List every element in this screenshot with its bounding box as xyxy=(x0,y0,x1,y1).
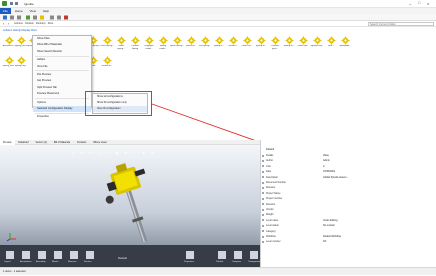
property-value: 0 xyxy=(323,164,325,168)
property-row[interactable]: Project number xyxy=(262,196,434,201)
hide-show-icon[interactable]: ◉ xyxy=(141,150,147,156)
viewport-toolbar: ➶ ✥ ⟳ ▢ ⌕ ◧ ◈ ◐ ◉ ⚙ xyxy=(70,150,190,158)
property-row[interactable]: Author Admin xyxy=(262,158,434,163)
property-icon xyxy=(262,159,264,162)
property-value: Under Editing xyxy=(323,218,338,222)
property-key: Level number xyxy=(266,240,281,244)
dock-button-label: Measure xyxy=(68,261,77,263)
property-value: No revision xyxy=(323,224,335,228)
property-row[interactable]: Details Value xyxy=(262,153,434,158)
property-icon xyxy=(262,213,264,216)
property-icon xyxy=(262,176,264,179)
display-style-icon[interactable]: ◐ xyxy=(132,150,138,156)
property-icon xyxy=(262,203,264,206)
property-icon xyxy=(262,235,264,238)
property-icon xyxy=(262,197,264,200)
property-value: Global Spindle Assem... xyxy=(323,175,349,179)
property-key: Cost xyxy=(266,164,271,168)
rotate-icon[interactable]: ⟳ xyxy=(88,150,94,156)
axis-triad-icon xyxy=(6,233,16,242)
property-row[interactable]: Category xyxy=(262,229,434,234)
dock-button-label: Annotations xyxy=(20,261,32,263)
dock-button-icon[interactable] xyxy=(54,251,62,259)
properties-header: Default xyxy=(266,148,275,151)
property-key: Date xyxy=(266,170,272,174)
property-row[interactable]: Weight xyxy=(262,212,434,217)
property-key: Level name xyxy=(266,218,279,222)
property-row[interactable]: Date 07/08/2019 xyxy=(262,169,434,174)
property-key: Author xyxy=(266,159,274,163)
dock-button-icon[interactable] xyxy=(250,251,258,259)
dock-button-label: Publish xyxy=(216,261,224,263)
zoom-icon[interactable]: ⌕ xyxy=(105,150,111,156)
dock-button-label: Blocks xyxy=(52,261,59,263)
property-key: Description xyxy=(266,175,278,179)
dock-button-icon[interactable] xyxy=(86,251,94,259)
property-value: 3/3 xyxy=(323,240,327,244)
move-icon[interactable]: ✥ xyxy=(79,150,85,156)
property-icon xyxy=(262,170,264,173)
property-key: Vendor xyxy=(266,208,274,211)
property-row[interactable]: Document Number xyxy=(262,180,434,185)
property-value: Value xyxy=(323,154,329,157)
property-icon xyxy=(262,208,264,211)
cursor-icon[interactable]: ➶ xyxy=(70,150,76,156)
property-value: 07/08/2019 xyxy=(323,170,335,174)
property-row[interactable]: Revision xyxy=(262,202,434,207)
view-orient-icon[interactable]: ◈ xyxy=(123,150,129,156)
dock-center-label: Default xyxy=(118,256,127,260)
property-icon xyxy=(262,165,264,168)
property-icon xyxy=(262,181,264,184)
property-row[interactable]: Cost 0 xyxy=(262,164,434,169)
property-key: Revision xyxy=(266,202,276,206)
property-icon xyxy=(262,219,264,222)
property-row[interactable]: Level status No revision xyxy=(262,223,434,228)
property-key: Project Name xyxy=(266,191,281,195)
property-row[interactable]: Workflow Default Workflow xyxy=(262,234,434,239)
property-key: Project number xyxy=(266,197,283,201)
property-value: Admin xyxy=(323,159,330,163)
property-value: Default Workflow xyxy=(323,235,342,238)
dock-button-label: Compare xyxy=(232,261,241,263)
dock-button-icon[interactable] xyxy=(6,251,14,259)
property-key: Weight xyxy=(266,213,274,217)
property-row[interactable]: Vendor xyxy=(262,207,434,212)
property-key: Document Number xyxy=(266,181,287,184)
dock-button-icon[interactable] xyxy=(234,251,242,259)
property-icon xyxy=(262,224,264,227)
status-bar: 1 items · 1 selected xyxy=(0,267,436,275)
settings-icon[interactable]: ⚙ xyxy=(150,150,156,156)
property-icon xyxy=(262,230,264,233)
property-icon xyxy=(262,154,264,157)
dock-button-icon[interactable] xyxy=(218,251,226,259)
property-key: Level status xyxy=(266,224,279,228)
property-icon xyxy=(262,192,264,195)
zoom-fit-icon[interactable]: ▢ xyxy=(97,150,103,156)
dock-button-label: Section xyxy=(84,261,92,263)
dock-button-icon[interactable] xyxy=(70,251,78,259)
property-key: Workflow xyxy=(266,235,276,238)
property-key: Revision xyxy=(266,186,276,190)
property-icon xyxy=(262,186,264,189)
dock-button-label: Assembly xyxy=(36,261,46,263)
dock-button-label: Properties xyxy=(184,261,194,263)
dock-button-icon[interactable] xyxy=(38,251,46,259)
property-icon xyxy=(262,240,264,243)
property-key: Details xyxy=(266,154,274,157)
section-icon[interactable]: ◧ xyxy=(114,150,120,156)
dock-button-icon[interactable] xyxy=(186,251,194,259)
spindle-model[interactable] xyxy=(90,158,180,248)
property-row[interactable]: Revision xyxy=(262,185,434,190)
dock-button-icon[interactable] xyxy=(22,251,30,259)
property-key: Category xyxy=(266,229,276,233)
property-row[interactable]: Level number 3/3 xyxy=(262,239,434,244)
property-row[interactable]: Project Name xyxy=(262,191,434,196)
property-row[interactable]: Level name Under Editing xyxy=(262,218,434,223)
property-row[interactable]: Description Global Spindle Assem... xyxy=(262,175,434,180)
dock-button-label: Layout xyxy=(4,261,11,263)
